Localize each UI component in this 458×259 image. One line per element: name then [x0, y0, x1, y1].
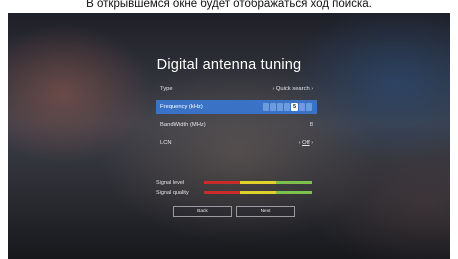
frequency-label: Frequency (kHz): [160, 104, 203, 110]
signal-level-bar: [204, 181, 312, 184]
bar-yellow-segment: [239, 181, 277, 184]
bar-red-segment: [204, 181, 240, 184]
bar-green-segment: [276, 181, 312, 184]
bar-green-segment: [276, 191, 312, 194]
page-title: Digital antenna tuning: [156, 57, 302, 73]
signal-quality-bar: [204, 191, 312, 194]
lcn-value-group: ‹ Off ›: [299, 136, 313, 150]
bar-red-segment: [204, 191, 240, 194]
frequency-digit[interactable]: [284, 103, 290, 111]
bandwidth-label: BandWidth (MHz): [160, 122, 206, 128]
frequency-digit[interactable]: [277, 103, 283, 111]
left-arrow-icon[interactable]: ‹: [299, 140, 301, 146]
signal-quality-label: Signal quality: [156, 190, 189, 196]
type-value-group: ‹ Quick search ›: [273, 82, 313, 96]
left-arrow-icon[interactable]: ‹: [273, 86, 275, 92]
type-label: Type: [160, 86, 173, 92]
lcn-label: LCN: [160, 140, 172, 146]
frequency-input[interactable]: 5: [262, 103, 312, 111]
frequency-digit[interactable]: [306, 103, 312, 111]
type-value: Quick search: [275, 86, 310, 92]
lcn-row[interactable]: LCN ‹ Off ›: [156, 136, 317, 150]
lcn-value: Off: [302, 140, 310, 146]
frequency-digit-active[interactable]: 5: [291, 103, 298, 111]
bandwidth-row[interactable]: BandWidth (MHz) 8: [156, 118, 317, 132]
tv-screen: Digital antenna tuning Type ‹ Quick sear…: [8, 13, 450, 259]
next-button[interactable]: Next: [236, 206, 295, 217]
bandwidth-value: 8: [309, 122, 313, 128]
frequency-row[interactable]: Frequency (kHz) 5: [156, 100, 317, 114]
frequency-digit[interactable]: [263, 103, 269, 111]
bar-yellow-segment: [239, 191, 277, 194]
frequency-digit[interactable]: [270, 103, 276, 111]
frequency-digit[interactable]: [299, 103, 305, 111]
caption-text: В открывшемся окне будет отображаться хо…: [86, 0, 372, 10]
right-arrow-icon[interactable]: ›: [311, 140, 313, 146]
back-button[interactable]: Back: [173, 206, 232, 217]
signal-level-label: Signal level: [156, 180, 185, 186]
type-row[interactable]: Type ‹ Quick search ›: [156, 82, 317, 96]
right-arrow-icon[interactable]: ›: [311, 86, 313, 92]
